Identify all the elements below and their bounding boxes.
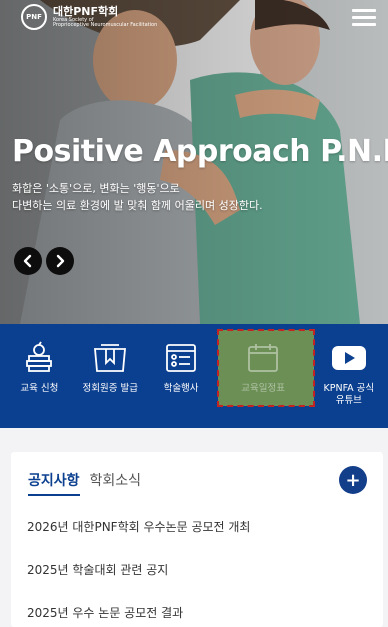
notice-list: 2026년 대한PNF학회 우수논문 공모전 개최 2025년 학술대회 관련 … [27, 518, 367, 627]
quick-menu-youtube[interactable]: KPNFA 공식 유튜브 [310, 324, 388, 428]
quick-menu-member-card[interactable]: 정회원증 발급 [75, 324, 146, 428]
hero-banner: PNF 대한PNF학회 Korea Society of Propriocept… [0, 0, 388, 324]
site-logo[interactable]: PNF 대한PNF학회 Korea Society of Propriocept… [21, 4, 157, 30]
quick-menu-edu-apply[interactable]: 교육 신청 [4, 324, 75, 428]
hamburger-menu-icon[interactable] [352, 9, 376, 27]
event-list-icon [166, 344, 196, 372]
list-item[interactable]: 2026년 대한PNF학회 우수논문 공모전 개최 [27, 518, 367, 561]
list-item[interactable]: 2025년 우수 논문 공모전 결과 [27, 604, 367, 627]
quick-menu-label-line1: KPNFA 공식 [323, 383, 375, 394]
hero-desc-line1: 화합은 '소통'으로, 변화는 '행동'으로 [12, 182, 180, 195]
logo-subtitle-line2: Proprioceptive Neuromuscular Facilitatio… [53, 21, 158, 28]
calendar-icon [248, 344, 278, 372]
quick-menu-label-line2: 유튜브 [335, 395, 362, 406]
books-apple-icon [26, 341, 53, 372]
tab-society-news[interactable]: 학회소식 [90, 470, 142, 496]
logo-title: 대한PNF학회 [53, 4, 119, 18]
tab-notices[interactable]: 공지사항 [28, 470, 80, 496]
notice-card: 공지사항 학회소식 + 2026년 대한PNF학회 우수논문 공모전 개최 20… [11, 452, 383, 627]
chevron-right-icon [56, 254, 65, 268]
hero-description: 화합은 '소통'으로, 변화는 '행동'으로 다변하는 의료 환경에 발 맞춰 … [12, 180, 282, 214]
carousel-prev-button[interactable] [14, 247, 42, 275]
hero-title: Positive Approach P.N.F. [12, 134, 388, 169]
list-item[interactable]: 2025년 학술대회 관련 공지 [27, 561, 367, 604]
quick-menu-label: 교육 신청 [20, 383, 59, 394]
quick-menu-edu-schedule[interactable]: 교육일정표 [216, 324, 316, 428]
quick-menu-academic-events[interactable]: 학술행사 [146, 324, 217, 428]
quick-menu-label: 교육일정표 [241, 383, 285, 394]
member-card-icon [94, 344, 127, 372]
quick-menu-label: 정회원증 발급 [82, 383, 138, 394]
carousel-next-button[interactable] [46, 247, 74, 275]
quick-menu-label: 학술행사 [163, 383, 199, 394]
hero-desc-line2: 다변하는 의료 환경에 발 맞춰 함께 어울리며 성장한다. [12, 199, 263, 212]
quick-menu-bar: 교육 신청 정회원증 발급 학술행사 교육일정표 KPNFA 공식 유튜브 [0, 324, 388, 428]
notice-tabs: 공지사항 학회소식 [28, 470, 141, 496]
youtube-icon [331, 346, 366, 370]
quick-menu-label: KPNFA 공식 유튜브 [324, 383, 375, 407]
chevron-left-icon [23, 254, 32, 268]
more-button[interactable]: + [339, 466, 367, 494]
logo-emblem: PNF [21, 4, 47, 30]
